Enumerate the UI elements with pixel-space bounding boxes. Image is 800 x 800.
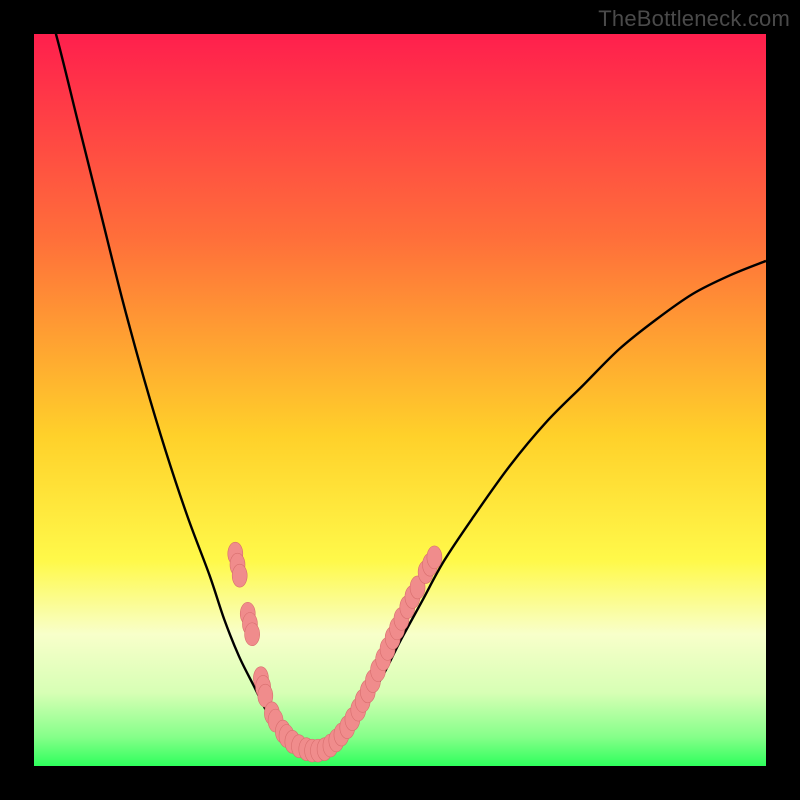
curve-marker <box>245 623 260 646</box>
gradient-background <box>34 34 766 766</box>
bottleneck-chart <box>34 34 766 766</box>
curve-marker <box>427 546 442 569</box>
plot-area <box>34 34 766 766</box>
outer-frame: TheBottleneck.com <box>0 0 800 800</box>
curve-marker <box>232 564 247 587</box>
watermark-text: TheBottleneck.com <box>598 6 790 32</box>
